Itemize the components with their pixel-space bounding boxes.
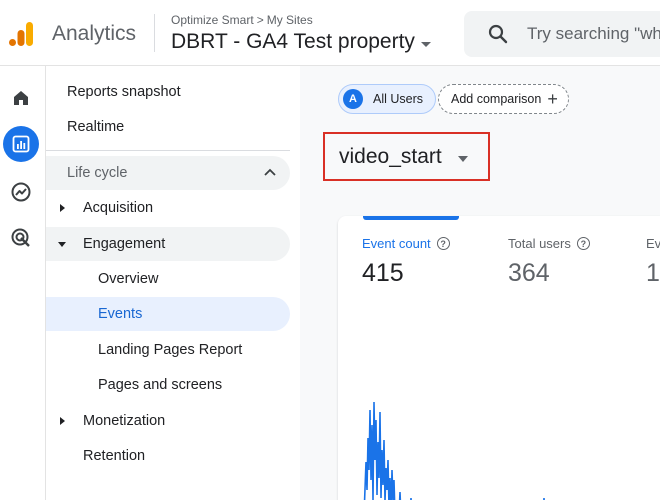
search-icon — [488, 24, 508, 44]
app-name[interactable]: Analytics — [52, 22, 136, 46]
nav-section-lifecycle[interactable]: Life cycle — [46, 156, 290, 190]
segment-label: All Users — [373, 92, 424, 106]
expand-icon — [60, 417, 65, 425]
home-button[interactable] — [3, 80, 39, 116]
event-count-chart — [363, 401, 545, 500]
reports-nav: Reports snapshot Realtime Life cycle Acq… — [46, 66, 300, 500]
metrics-card: Event count ? 415 Total users ? 364 Ev 1… — [338, 216, 660, 500]
search-bar[interactable]: Try searching "wh — [464, 11, 660, 57]
property-name: DBRT - GA4 Test property — [171, 30, 415, 53]
segment-avatar: A — [343, 89, 363, 109]
nav-monetization[interactable]: Monetization — [46, 404, 290, 438]
metric-partial[interactable]: Ev 1. — [646, 236, 660, 288]
nav-events[interactable]: Events — [46, 297, 290, 331]
nav-label: Monetization — [83, 413, 166, 429]
add-comparison-button[interactable]: Add comparison + — [438, 84, 569, 114]
nav-label: Reports snapshot — [67, 84, 181, 100]
metric-total-users[interactable]: Total users ? 364 — [508, 236, 590, 288]
all-users-chip[interactable]: A All Users — [338, 84, 437, 114]
nav-pages-screens[interactable]: Pages and screens — [46, 368, 290, 402]
nav-reports-snapshot[interactable]: Reports snapshot — [46, 75, 290, 109]
section-label: Life cycle — [67, 165, 128, 181]
plus-icon: + — [547, 89, 558, 109]
nav-divider — [46, 150, 290, 151]
metric-value: 415 — [362, 259, 404, 287]
advertising-icon — [11, 228, 30, 247]
nav-engagement[interactable]: Engagement — [46, 227, 290, 261]
main-content: A All Users Add comparison + video_start… — [300, 66, 660, 500]
expand-icon — [60, 204, 65, 212]
help-icon[interactable]: ? — [576, 237, 590, 250]
analytics-logo[interactable] — [8, 20, 36, 48]
breadcrumb-separator: > — [256, 13, 264, 27]
left-rail — [0, 66, 46, 500]
event-name-selector[interactable]: video_start — [323, 132, 490, 181]
collapse-icon — [58, 241, 66, 247]
event-count-line — [363, 401, 545, 500]
search-input[interactable]: Try searching "wh — [527, 24, 660, 44]
header-divider — [154, 14, 155, 52]
nav-label: Acquisition — [83, 200, 154, 216]
event-name: video_start — [339, 144, 442, 168]
metric-label: Total users — [508, 236, 571, 251]
nav-overview[interactable]: Overview — [46, 262, 290, 296]
selected-metric-indicator — [363, 216, 459, 220]
nav-label: Engagement — [83, 236, 166, 252]
nav-acquisition[interactable]: Acquisition — [46, 191, 290, 225]
nav-retention[interactable]: Retention — [46, 439, 290, 473]
explore-button[interactable] — [3, 174, 39, 210]
chevron-up-icon — [264, 168, 276, 176]
home-icon — [14, 91, 28, 105]
property-selector[interactable]: DBRT - GA4 Test property — [171, 30, 431, 54]
breadcrumb[interactable]: Optimize Smart > My Sites — [171, 13, 313, 27]
nav-label: Retention — [83, 448, 146, 464]
nav-label: Landing Pages Report — [98, 342, 243, 358]
reports-button[interactable] — [3, 126, 39, 162]
add-comparison-label: Add comparison — [451, 92, 542, 106]
property-dropdown-icon — [420, 41, 431, 47]
reports-icon — [12, 135, 30, 153]
metric-value: 364 — [508, 259, 550, 287]
breadcrumb-account: Optimize Smart — [171, 13, 254, 27]
metric-label: Ev — [646, 236, 660, 251]
metric-event-count[interactable]: Event count ? 415 — [362, 236, 450, 288]
nav-landing-pages[interactable]: Landing Pages Report — [46, 333, 290, 367]
nav-realtime[interactable]: Realtime — [46, 110, 290, 144]
advertising-button[interactable] — [3, 220, 39, 256]
metric-value: 1. — [646, 259, 660, 287]
nav-label: Realtime — [67, 119, 125, 135]
nav-label: Pages and screens — [98, 377, 223, 393]
event-dropdown-icon — [457, 155, 468, 162]
breadcrumb-site: My Sites — [266, 13, 313, 27]
help-icon[interactable]: ? — [436, 237, 450, 250]
nav-label: Overview — [98, 271, 159, 287]
metric-label: Event count — [362, 236, 431, 251]
explore-icon — [11, 182, 31, 202]
top-bar: Analytics Optimize Smart > My Sites DBRT… — [0, 0, 660, 66]
nav-label: Events — [98, 306, 143, 322]
